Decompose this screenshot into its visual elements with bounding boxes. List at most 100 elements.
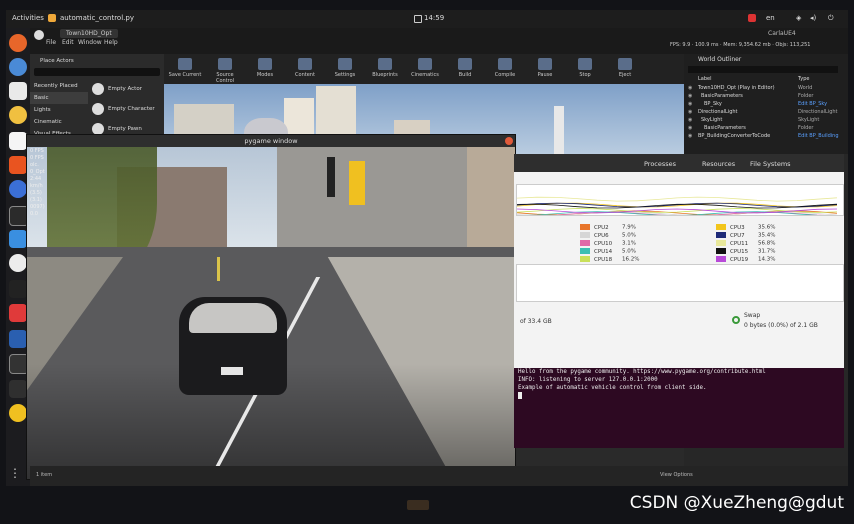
show-apps-icon[interactable]: ⋮⋮ — [9, 464, 33, 482]
outliner-search-input[interactable] — [688, 66, 838, 73]
cpu-legend-item: CPU3 35.6% — [716, 224, 775, 231]
writer-icon[interactable] — [9, 132, 27, 150]
volume-icon[interactable]: ◂) — [810, 14, 816, 22]
software-center-icon[interactable] — [9, 156, 27, 174]
level-tab[interactable]: Town10HD_Opt — [60, 29, 118, 38]
terminal-window[interactable]: Hello from the pygame community. https:/… — [514, 368, 844, 448]
outliner-row[interactable]: ◉ BasicParameters Folder — [688, 92, 846, 100]
cpu-color-swatch[interactable] — [716, 240, 726, 246]
view-options-button[interactable]: View Options — [660, 472, 693, 478]
eye-icon[interactable]: ◉ — [688, 125, 692, 131]
hud-line: 0 FPS — [30, 155, 44, 161]
shotcut-icon[interactable] — [9, 280, 27, 298]
toolbar-cinematics-button[interactable]: Cinematics — [408, 56, 442, 82]
outliner-title: World Outliner — [698, 56, 742, 63]
eye-icon[interactable]: ◉ — [688, 85, 692, 91]
toolbar-label: Build — [458, 72, 472, 78]
tab-resources[interactable]: Resources — [702, 160, 735, 168]
cpu-name: CPU7 — [730, 232, 745, 239]
cpu-percent: 16.2% — [622, 256, 640, 263]
eye-icon[interactable]: ◉ — [688, 101, 692, 107]
toolbar-settings-button[interactable]: Settings — [328, 56, 362, 82]
toolbar-build-button[interactable]: Build — [448, 56, 482, 82]
toolbar-pause-button[interactable]: Pause — [528, 56, 562, 82]
vscode-icon[interactable] — [9, 230, 27, 248]
rhythmbox-icon[interactable] — [9, 106, 27, 124]
outliner-row[interactable]: ◉ Town10HD_Opt (Play in Editor) World — [688, 84, 846, 92]
eye-icon[interactable]: ◉ — [688, 109, 692, 115]
hud-line: km/h — [30, 183, 43, 189]
pygame-title-bar[interactable]: pygame window — [27, 135, 515, 147]
menu-help[interactable]: Help — [104, 39, 118, 46]
place-category[interactable]: Cinematic — [30, 116, 88, 128]
tab-file-systems[interactable]: File Systems — [750, 160, 791, 168]
nvidia-icon[interactable] — [9, 380, 27, 398]
cpu-color-swatch[interactable] — [716, 232, 726, 238]
help-icon[interactable] — [9, 180, 27, 198]
toolbar-label: Cinematics — [411, 72, 439, 78]
firefox-icon[interactable] — [9, 34, 27, 52]
cpu-color-swatch[interactable] — [716, 224, 726, 230]
network-icon[interactable]: ◈ — [796, 14, 801, 22]
swap-text: 0 bytes (0.0%) of 2.1 GB — [744, 322, 818, 329]
cpu-color-swatch[interactable] — [716, 256, 726, 262]
actor-icon — [92, 103, 104, 115]
eye-icon[interactable]: ◉ — [688, 117, 692, 123]
toolbar-save-current-button[interactable]: Save Current — [168, 56, 202, 82]
cpu-legend-item: CPU18 16.2% — [580, 256, 639, 263]
tray-app-icon[interactable] — [748, 14, 756, 22]
toolbar-eject-button[interactable]: Eject — [608, 56, 642, 82]
cpu-percent: 56.8% — [758, 240, 776, 247]
yellow-banner — [349, 161, 365, 205]
monitor-app-icon[interactable] — [9, 330, 27, 348]
place-item[interactable]: Empty Character — [90, 100, 164, 120]
thunderbird-icon[interactable] — [9, 58, 27, 76]
terminal-line: Example of automatic vehicle control fro… — [518, 385, 707, 391]
toolbar-label: Blueprints — [372, 72, 398, 78]
cpu-color-swatch[interactable] — [580, 256, 590, 262]
toolbar-source-control-button[interactable]: Source Control — [208, 56, 242, 84]
place-category[interactable]: Basic — [30, 92, 88, 104]
pygame-window[interactable]: pygame window — [26, 134, 516, 480]
outliner-row[interactable]: ◉ DirectionalLight DirectionalLight — [688, 108, 846, 116]
red-app-icon[interactable] — [9, 304, 27, 322]
monitor-logo — [407, 500, 429, 510]
outliner-row[interactable]: ◉ BP_Sky Edit BP_Sky — [688, 100, 846, 108]
toolbar-stop-button[interactable]: Stop — [568, 56, 602, 82]
toolbar-content-button[interactable]: Content — [288, 56, 322, 82]
place-search-input[interactable] — [34, 68, 160, 76]
toolbar-compile-button[interactable]: Compile — [488, 56, 522, 82]
close-icon[interactable] — [505, 137, 513, 145]
cpu-color-swatch[interactable] — [580, 224, 590, 230]
outliner-row[interactable]: ◉ SkyLight SkyLight — [688, 116, 846, 124]
active-app-name[interactable]: automatic_control.py — [60, 14, 134, 22]
menu-file[interactable]: File — [46, 39, 56, 46]
cpu-color-swatch[interactable] — [580, 232, 590, 238]
eye-icon[interactable]: ◉ — [688, 133, 692, 139]
place-category[interactable]: Lights — [30, 104, 88, 116]
clock[interactable]: 14:59 — [424, 14, 444, 22]
files-icon[interactable] — [9, 82, 27, 100]
outliner-col-label[interactable]: Label — [698, 76, 712, 82]
cpu-color-swatch[interactable] — [580, 240, 590, 246]
python-icon[interactable] — [9, 404, 27, 422]
toolbar-modes-button[interactable]: Modes — [248, 56, 282, 82]
outliner-row[interactable]: ◉ BP_BuildingConverterToCode Edit BP_Build… — [688, 132, 846, 140]
cpu-name: CPU14 — [594, 248, 613, 255]
cpu-color-swatch[interactable] — [716, 248, 726, 254]
power-icon[interactable]: ⏻ — [828, 14, 834, 23]
tab-processes[interactable]: Processes — [644, 160, 676, 168]
cpu-color-swatch[interactable] — [580, 248, 590, 254]
outliner-row[interactable]: ◉ BasicParameters Folder — [688, 124, 846, 132]
language-indicator[interactable]: en — [766, 14, 775, 22]
activities-button[interactable]: Activities — [12, 14, 44, 22]
eye-icon[interactable]: ◉ — [688, 93, 692, 99]
place-item[interactable]: Empty Actor — [90, 80, 164, 100]
menu-edit[interactable]: Edit — [62, 39, 74, 46]
menu-window[interactable]: Window — [78, 39, 102, 46]
toolbar-blueprints-button[interactable]: Blueprints — [368, 56, 402, 82]
outliner-col-type[interactable]: Type — [798, 76, 809, 82]
unreal-icon[interactable] — [9, 254, 27, 272]
place-category[interactable]: Recently Placed — [30, 80, 88, 92]
outliner-row-label: BasicParameters — [704, 125, 746, 131]
